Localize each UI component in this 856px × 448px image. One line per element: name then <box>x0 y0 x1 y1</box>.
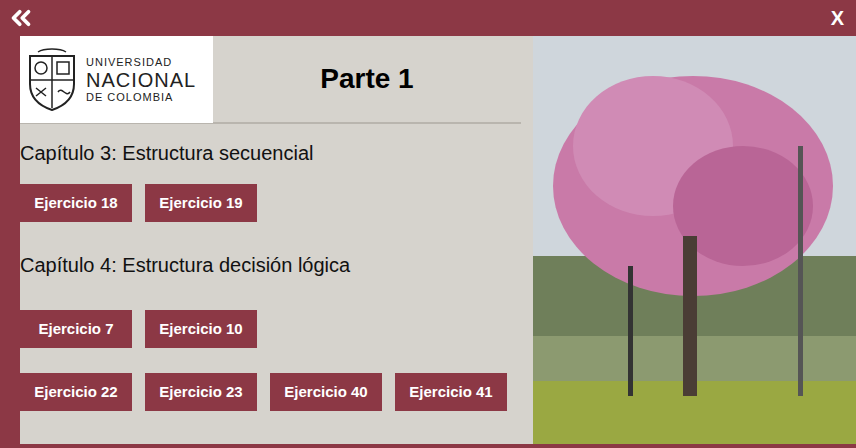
chapters: Capítulo 3: Estructura secuencial Ejercic… <box>20 124 533 411</box>
menu-panel: UNIVERSIDAD NACIONAL DE COLOMBIA Parte 1 Cap… <box>20 36 533 444</box>
chapter-title: Capítulo 3: Estructura secuencial <box>20 140 533 166</box>
exercise-button[interactable]: Ejercicio 41 <box>395 373 507 411</box>
app-window: X UNIVERSIDAD NACIONAL DE COLOMBIA Parte 1 Ca… <box>0 0 856 448</box>
page-title: Parte 1 <box>213 36 521 122</box>
exercise-row: Ejercicio 22 Ejercicio 23 Ejercicio 40 Ejer… <box>20 373 533 411</box>
title-bar: X <box>0 0 856 36</box>
exercise-row: Ejercicio 7 Ejercicio 10 <box>20 310 533 348</box>
chapter-title: Capítulo 4: Estructura decisión lógica <box>20 252 533 278</box>
exercise-row: Ejercicio 18 Ejercicio 19 <box>20 184 533 222</box>
exercise-rows: Ejercicio 7Ejercicio 10Ejercicio 22Ejerc… <box>20 310 533 411</box>
exercise-button[interactable]: Ejercicio 19 <box>145 184 257 222</box>
logo-line: UNIVERSIDAD <box>86 57 196 68</box>
header: UNIVERSIDAD NACIONAL DE COLOMBIA Parte 1 <box>20 36 521 124</box>
photo-panel <box>533 36 856 444</box>
exercise-button[interactable]: Ejercicio 23 <box>145 373 257 411</box>
exercise-rows: Ejercicio 18 Ejercicio 19 <box>20 184 533 222</box>
logo-line: DE COLOMBIA <box>86 92 196 103</box>
logo-text: UNIVERSIDAD NACIONAL DE COLOMBIA <box>86 57 196 103</box>
body: UNIVERSIDAD NACIONAL DE COLOMBIA Parte 1 Cap… <box>0 36 856 448</box>
chapter: Capítulo 3: Estructura secuencial Ejercic… <box>20 140 533 222</box>
chapter: Capítulo 4: Estructura decisión lógica Ej… <box>20 252 533 411</box>
crest-icon <box>24 48 80 112</box>
exercise-button[interactable]: Ejercicio 40 <box>270 373 382 411</box>
exercise-button[interactable]: Ejercicio 7 <box>20 310 132 348</box>
double-chevron-left-icon <box>6 3 36 33</box>
exercise-button[interactable]: Ejercicio 22 <box>20 373 132 411</box>
close-button[interactable]: X <box>825 3 850 33</box>
university-logo: UNIVERSIDAD NACIONAL DE COLOMBIA <box>20 36 213 123</box>
exercise-button[interactable]: Ejercicio 10 <box>145 310 257 348</box>
exercise-button[interactable]: Ejercicio 18 <box>20 184 132 222</box>
back-button[interactable] <box>6 3 36 33</box>
campus-photo <box>533 36 856 444</box>
logo-line: NACIONAL <box>86 70 196 90</box>
